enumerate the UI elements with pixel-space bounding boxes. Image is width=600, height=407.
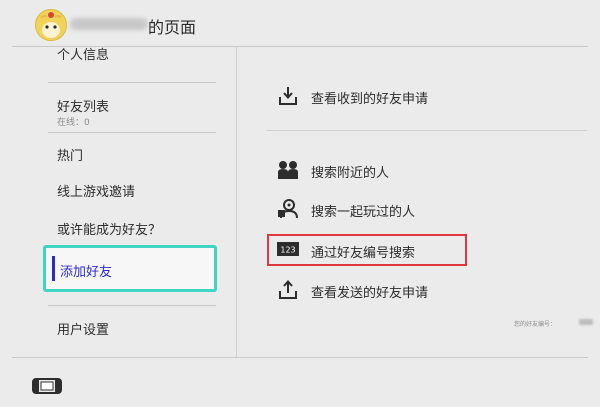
sidebar-item-profile[interactable]: 个人信息 — [57, 44, 109, 63]
nearby-users-icon — [277, 159, 299, 181]
selection-indicator — [52, 256, 55, 281]
sidebar-item-friend-list[interactable]: 好友列表 — [57, 96, 109, 115]
sidebar: 个人信息 好友列表 在线：0 热门 线上游戏邀请 或许能成为好友？ 添加好友 用… — [0, 47, 236, 357]
option-received-requests[interactable]: 查看收到的好友申请 — [267, 77, 587, 113]
option-label: 搜索附近的人 — [311, 166, 390, 181]
page-title: 的页面 — [148, 18, 197, 37]
sidebar-item-suggested-friends[interactable]: 或许能成为好友？ — [57, 219, 161, 238]
footer — [0, 358, 600, 407]
played-with-user-icon — [277, 198, 299, 220]
inbox-download-icon — [277, 85, 299, 107]
online-count: 在线：0 — [57, 118, 90, 128]
outbox-upload-icon — [277, 279, 299, 301]
sidebar-item-label: 添加好友 — [60, 265, 113, 280]
sidebar-item-add-friend[interactable]: 添加好友 — [43, 245, 217, 292]
main-panel: 查看收到的好友申请 搜索附近的人 搜索一起玩过的人 123 通过好友编号搜索 查… — [237, 47, 600, 357]
blurred-username — [70, 18, 148, 30]
option-search-played-with[interactable]: 搜索一起玩过的人 — [267, 190, 587, 226]
sidebar-divider — [48, 82, 216, 83]
header: 的页面 — [0, 0, 600, 46]
option-label: 查看发送的好友申请 — [311, 286, 429, 301]
option-divider — [267, 130, 587, 131]
villager-avatar-icon[interactable] — [35, 9, 67, 41]
option-sent-requests[interactable]: 查看发送的好友申请 — [267, 271, 587, 307]
option-search-nearby[interactable]: 搜索附近的人 — [267, 151, 587, 187]
option-label: 搜索一起玩过的人 — [311, 205, 416, 220]
sidebar-item-online-invites[interactable]: 线上游戏邀请 — [57, 181, 135, 200]
option-label: 查看收到的好友申请 — [311, 92, 429, 107]
highlight-box — [267, 234, 467, 266]
blurred-friend-code — [579, 319, 593, 325]
sidebar-item-user-settings[interactable]: 用户设置 — [57, 319, 109, 338]
sidebar-item-popular[interactable]: 热门 — [57, 145, 83, 164]
friend-code-label: 您的好友编号： — [514, 321, 557, 328]
sidebar-divider — [48, 305, 216, 306]
sidebar-divider — [48, 132, 216, 133]
switch-console-icon — [32, 378, 62, 394]
